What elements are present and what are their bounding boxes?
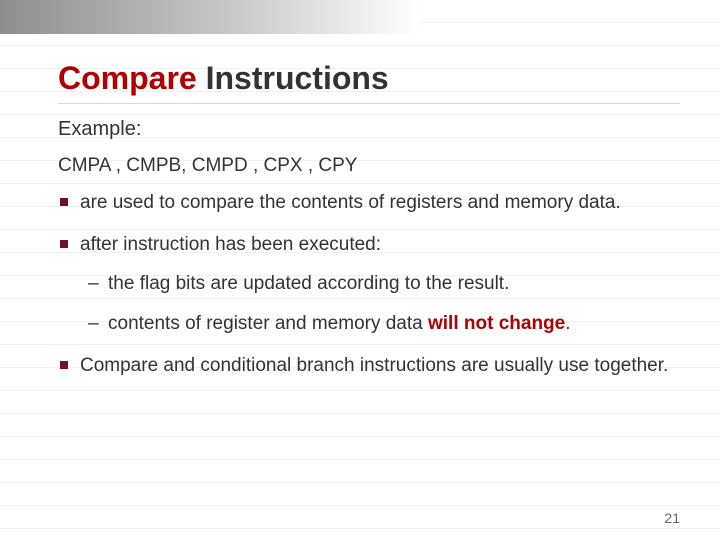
header-gradient-bar	[0, 0, 420, 34]
slide-content: Compare Instructions Example: CMPA , CMP…	[58, 60, 680, 397]
bullet-list: are used to compare the contents of regi…	[58, 191, 680, 379]
bullet-2-text: after instruction has been executed:	[80, 234, 381, 255]
bullet-1: are used to compare the contents of regi…	[58, 191, 680, 215]
title-rest: Instructions	[206, 60, 389, 96]
bullet-1-text: are used to compare the contents of regi…	[80, 192, 621, 213]
bullet-3-text: Compare and conditional branch instructi…	[80, 355, 668, 376]
sub-bullet-2: contents of register and memory data wil…	[88, 312, 680, 336]
slide-number: 21	[664, 510, 680, 526]
slide-title: Compare Instructions	[58, 60, 680, 97]
sub-bullet-1: the flag bits are updated according to t…	[88, 272, 680, 296]
title-accent-word: Compare	[58, 60, 197, 96]
example-label: Example:	[58, 118, 680, 141]
sub-bullet-list: the flag bits are updated according to t…	[88, 272, 680, 337]
sub-bullet-2-pre: contents of register and memory data	[108, 313, 428, 334]
bullet-2: after instruction has been executed: the…	[58, 233, 680, 336]
bullet-3: Compare and conditional branch instructi…	[58, 354, 680, 378]
mnemonics-line: CMPA , CMPB, CMPD , CPX , CPY	[58, 155, 680, 177]
sub-bullet-2-post: .	[565, 313, 570, 334]
sub-bullet-1-text: the flag bits are updated according to t…	[108, 273, 509, 294]
title-underline	[58, 103, 680, 104]
sub-bullet-2-strong: will not change	[428, 313, 565, 334]
